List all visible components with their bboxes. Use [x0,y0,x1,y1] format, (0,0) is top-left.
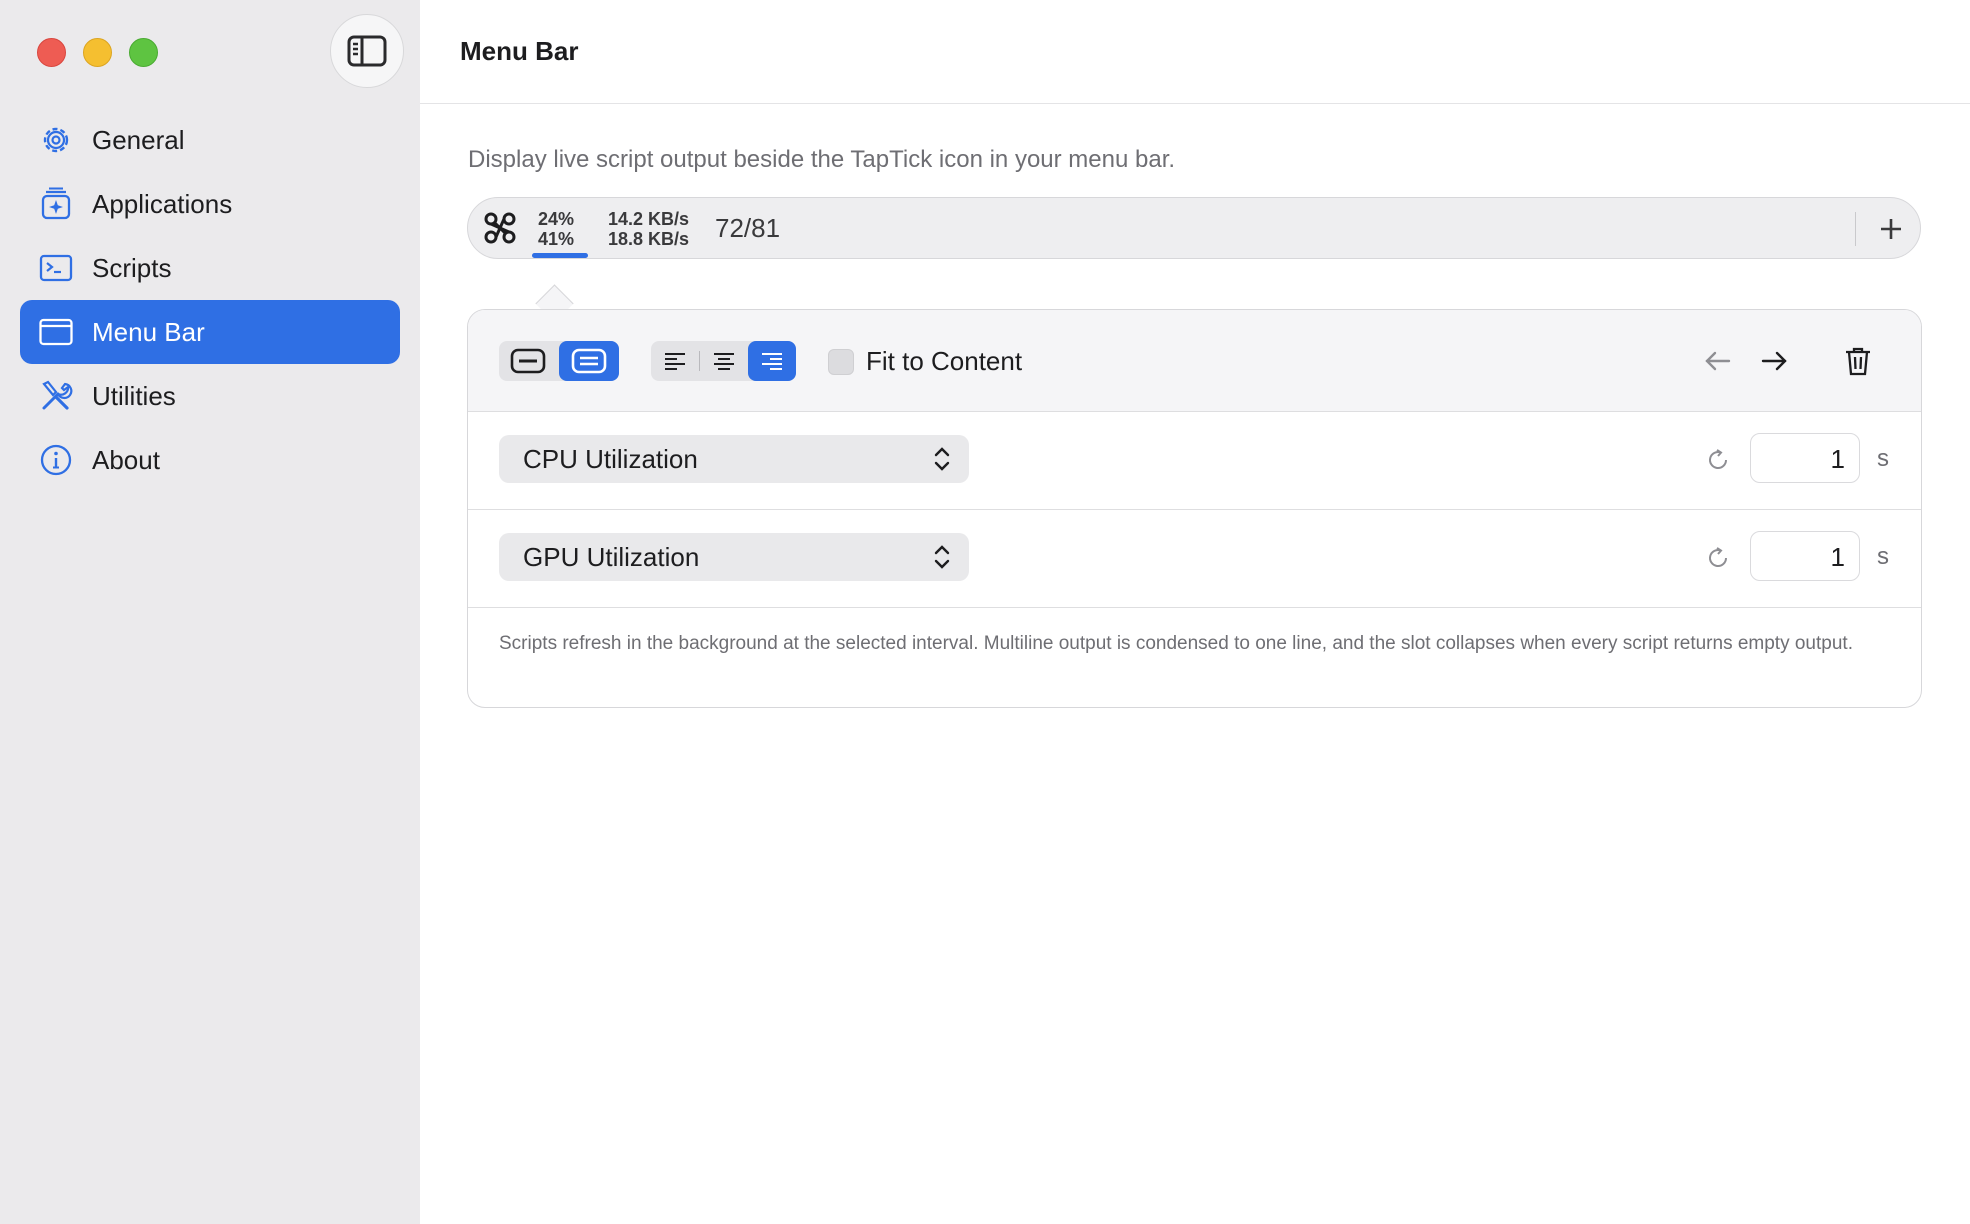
plus-icon[interactable] [1873,211,1909,247]
script-select-value: CPU Utilization [523,444,698,474]
script-row: GPU Utilization 1 s [468,509,1921,608]
script-select-value: GPU Utilization [523,542,700,572]
arrow-left-icon[interactable] [1702,345,1734,377]
script-row: CPU Utilization 1 s [468,411,1921,510]
sidebar-nav: General Applications Scripts Menu Bar Ut… [20,108,400,492]
fit-to-content-checkbox[interactable] [828,349,854,375]
interval-field[interactable]: 1 [1750,531,1860,581]
menubar-window-icon [39,318,73,346]
preview-slot-ratio[interactable]: 72/81 [715,213,780,244]
page-title: Menu Bar [460,36,579,66]
command-icon [484,212,516,244]
sidebar-item-about[interactable]: About [20,428,400,492]
main-content: Menu Bar Display live script output besi… [420,0,1970,1224]
align-center-button[interactable] [700,341,748,381]
sidebar-item-label: About [92,444,160,475]
slot-toolbar: Fit to Content [468,310,1921,412]
sidebar-item-label: General [92,124,185,155]
slot-editor-panel: Fit to Content CPU Utilization 1 s GPU U… [467,309,1922,708]
align-left-button[interactable] [651,341,699,381]
settings-window: General Applications Scripts Menu Bar Ut… [0,0,1970,1224]
tools-icon [42,380,73,410]
sidebar-item-label: Applications [92,188,233,219]
sidebar-item-utilities[interactable]: Utilities [20,364,400,428]
window-minimize-button[interactable] [83,38,112,67]
menubar-preview: 24% 41% 14.2 KB/s 18.8 KB/s 72/81 [467,197,1921,259]
chevron-updown-icon [934,447,950,471]
align-right-button[interactable] [748,341,796,381]
layout-single-line-button[interactable] [499,341,557,381]
preview-net-line1: 14.2 KB/s [608,209,690,229]
sidebar-item-label: Menu Bar [92,316,205,347]
refresh-icon [1709,449,1727,469]
fit-to-content-label: Fit to Content [866,346,1023,376]
window-zoom-button[interactable] [129,38,158,67]
alignment-segmented-control [651,341,796,381]
preview-selected-indicator [532,253,588,258]
align-left-icon [665,353,685,370]
align-right-icon [762,353,782,370]
applications-icon [41,187,71,220]
layout-segmented-control [499,341,619,381]
preview-divider [1855,212,1856,246]
script-select[interactable]: CPU Utilization [499,435,969,483]
script-select[interactable]: GPU Utilization [499,533,969,581]
interval-field[interactable]: 1 [1750,433,1860,483]
preview-slot-network[interactable]: 14.2 KB/s 18.8 KB/s [608,209,689,249]
gear-icon [43,127,69,153]
align-center-icon [714,353,734,370]
interval-value: 1 [1830,542,1845,572]
two-line-icon [571,348,607,374]
preview-slot-cpu[interactable]: 24% 41% [538,209,574,249]
sidebar-item-scripts[interactable]: Scripts [20,236,400,300]
sidebar-item-menu-bar[interactable]: Menu Bar [20,300,400,364]
page-description: Display live script output beside the Ta… [468,146,1176,173]
arrow-right-icon[interactable] [1758,345,1790,377]
sidebar-item-label: Utilities [92,380,176,411]
interval-value: 1 [1830,444,1845,474]
interval-unit: s [1877,543,1889,570]
single-line-icon [510,348,546,374]
terminal-icon [39,254,73,282]
sidebar-item-applications[interactable]: Applications [20,172,400,236]
preview-cpu-line2: 41% [538,229,575,249]
refresh-icon [1709,547,1727,567]
sidebar-icon [347,35,387,67]
sidebar-toggle-button[interactable] [330,14,404,88]
footnote-text: Scripts refresh in the background at the… [499,633,1853,654]
interval-unit: s [1877,445,1889,472]
layout-two-line-button[interactable] [559,341,619,381]
sidebar: General Applications Scripts Menu Bar Ut… [0,0,420,1224]
preview-net-line2: 18.8 KB/s [608,229,690,249]
chevron-updown-icon [934,545,950,569]
sidebar-item-general[interactable]: General [20,108,400,172]
sidebar-item-label: Scripts [92,252,172,283]
info-icon [40,444,72,476]
trash-icon[interactable] [1842,345,1874,377]
preview-cpu-line1: 24% [538,209,575,229]
window-close-button[interactable] [37,38,66,67]
header-divider [420,103,1970,104]
